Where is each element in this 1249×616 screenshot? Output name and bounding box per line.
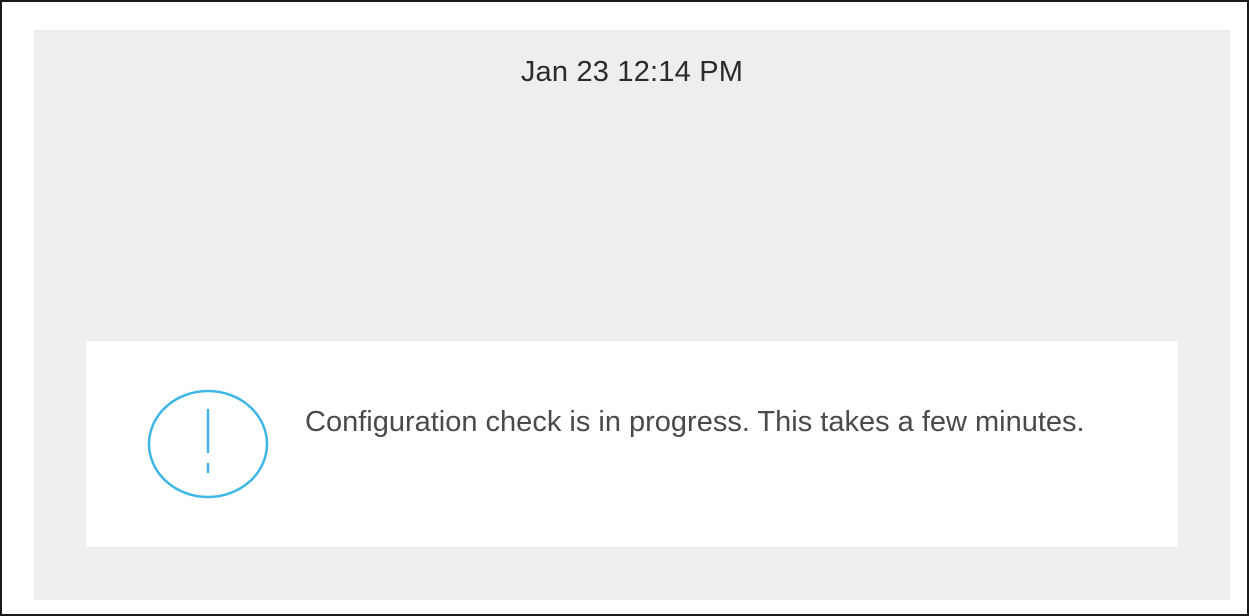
progress-notice-card: Configuration check is in progress. This… [86,341,1178,547]
device-screen: Jan 23 12:14 PM Configuration check is i… [34,30,1230,600]
device-frame: Jan 23 12:14 PM Configuration check is i… [0,0,1249,616]
progress-notice-message: Configuration check is in progress. This… [305,406,1085,438]
alert-circle-icon [146,388,270,500]
status-datetime: Jan 23 12:14 PM [520,56,744,88]
